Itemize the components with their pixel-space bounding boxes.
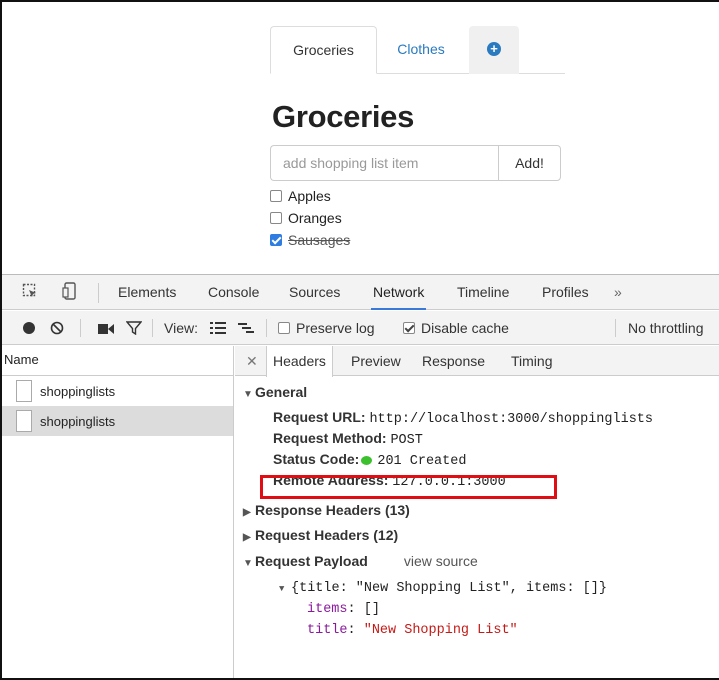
- page-title: Groceries: [272, 99, 415, 134]
- tab-groceries[interactable]: Groceries: [270, 26, 377, 74]
- expanded-triangle-icon: ▼: [279, 584, 285, 594]
- large-rows-icon[interactable]: [210, 321, 226, 338]
- status-highlight-box: [260, 475, 557, 499]
- status-code-row: Status Code: 201 Created: [273, 451, 467, 469]
- item-checkbox[interactable]: [270, 212, 282, 224]
- divider: [266, 319, 267, 337]
- filter-icon[interactable]: [125, 321, 143, 338]
- tab-headers[interactable]: Headers: [266, 346, 333, 377]
- document-icon: [16, 410, 32, 432]
- disable-cache-checkbox[interactable]: [403, 322, 415, 334]
- request-detail: ✕ Headers Preview Response Timing ▼ Gener…: [235, 346, 719, 678]
- devtools-tab-bar: Elements Console Sources Network Timelin…: [2, 275, 719, 310]
- view-label: View:: [164, 320, 198, 336]
- add-item-input[interactable]: [270, 145, 499, 181]
- request-headers-section[interactable]: ▶ Request Headers (12): [243, 527, 398, 543]
- name-column-header[interactable]: Name: [2, 346, 233, 376]
- tab-sources[interactable]: Sources: [289, 275, 340, 310]
- payload-summary[interactable]: ▼ {title: "New Shopping List", items: []}: [279, 581, 607, 596]
- add-list-tab[interactable]: +: [469, 26, 519, 74]
- expanded-triangle-icon: ▼: [243, 389, 253, 400]
- divider: [80, 319, 81, 337]
- status-dot-icon: [361, 456, 373, 465]
- shopping-list: Apples Oranges Sausages: [270, 185, 350, 251]
- plus-circle-icon: +: [487, 42, 501, 56]
- add-button[interactable]: Add!: [498, 145, 561, 181]
- document-icon: [16, 380, 32, 402]
- tab-timing[interactable]: Timing: [511, 346, 553, 376]
- response-headers-section[interactable]: ▶ Response Headers (13): [243, 502, 410, 518]
- request-url-row: Request URL: http://localhost:3000/shopp…: [273, 409, 653, 427]
- request-name: shoppinglists: [40, 413, 116, 429]
- app-area: Groceries Clothes + Groceries Add! Apple…: [2, 2, 719, 274]
- item-label: Sausages: [288, 232, 351, 248]
- preserve-log-label: Preserve log: [296, 320, 375, 336]
- tab-elements[interactable]: Elements: [118, 275, 176, 310]
- screenshot-frame: Groceries Clothes + Groceries Add! Apple…: [0, 0, 719, 680]
- request-name: shoppinglists: [40, 383, 116, 399]
- payload-title-row: title: "New Shopping List": [307, 623, 518, 638]
- capture-screenshots-icon[interactable]: [98, 322, 114, 338]
- detail-tab-bar: ✕ Headers Preview Response Timing: [235, 346, 719, 377]
- preserve-log-checkbox[interactable]: [278, 322, 290, 334]
- record-icon[interactable]: [22, 321, 36, 338]
- throttling-select[interactable]: No throttling: [628, 311, 703, 345]
- item-checkbox[interactable]: [270, 190, 282, 202]
- general-section-header[interactable]: ▼ General: [243, 384, 307, 400]
- tab-network[interactable]: Network: [370, 275, 427, 310]
- tab-profiles[interactable]: Profiles: [542, 275, 589, 310]
- item-label: Oranges: [288, 210, 342, 226]
- collapsed-triangle-icon: ▶: [243, 507, 251, 518]
- request-list: Name shoppinglists shoppinglists: [2, 346, 234, 678]
- more-tabs-icon[interactable]: »: [614, 275, 622, 310]
- network-toolbar: View: Preserve log Disable cache No thro…: [2, 311, 719, 345]
- request-method-row: Request Method: POST: [273, 430, 423, 448]
- disable-cache-label: Disable cache: [421, 320, 509, 336]
- devtools-panel: Elements Console Sources Network Timelin…: [2, 274, 719, 678]
- item-label: Apples: [288, 188, 331, 204]
- request-row[interactable]: shoppinglists: [2, 376, 233, 406]
- list-item[interactable]: Oranges: [270, 207, 350, 229]
- list-item[interactable]: Sausages: [270, 229, 350, 251]
- clear-icon[interactable]: [50, 321, 64, 338]
- collapsed-triangle-icon: ▶: [243, 532, 251, 543]
- payload-items-row: items: []: [307, 602, 380, 617]
- inspect-element-icon[interactable]: [22, 283, 38, 302]
- divider: [615, 319, 616, 337]
- view-source-link[interactable]: view source: [404, 553, 478, 569]
- expanded-triangle-icon: ▼: [243, 558, 253, 569]
- item-checkbox[interactable]: [270, 234, 282, 246]
- tab-timeline[interactable]: Timeline: [457, 275, 509, 310]
- device-mode-icon[interactable]: [62, 282, 76, 303]
- divider: [152, 319, 153, 337]
- request-row[interactable]: shoppinglists: [2, 406, 233, 436]
- tab-console[interactable]: Console: [208, 275, 259, 310]
- tab-clothes[interactable]: Clothes: [378, 26, 464, 74]
- divider: [98, 283, 99, 303]
- tab-response[interactable]: Response: [422, 346, 485, 376]
- request-payload-section[interactable]: ▼ Request Payload view source: [243, 553, 478, 569]
- waterfall-icon[interactable]: [238, 321, 254, 338]
- close-icon[interactable]: ✕: [246, 346, 258, 376]
- list-item[interactable]: Apples: [270, 185, 350, 207]
- list-tabs: Groceries Clothes +: [270, 26, 565, 74]
- tab-preview[interactable]: Preview: [351, 346, 401, 376]
